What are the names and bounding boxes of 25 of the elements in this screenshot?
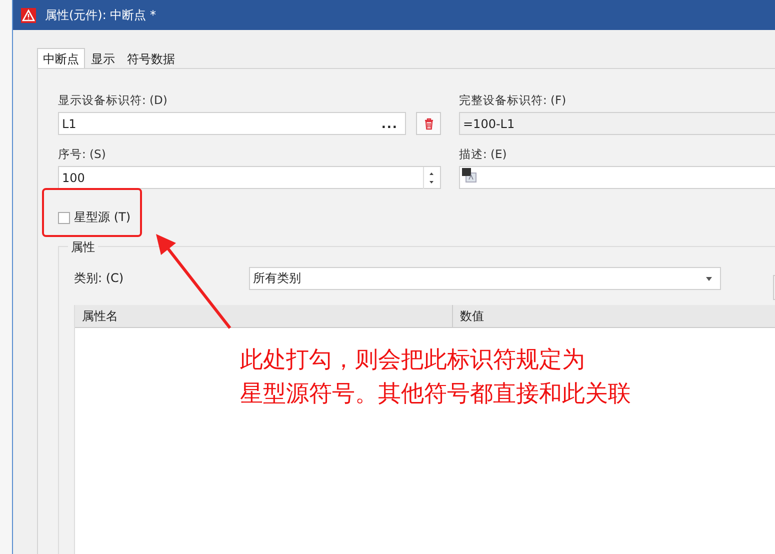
sequence-field[interactable]: 100 <box>58 166 441 189</box>
window-title: 属性(元件): 中断点 * <box>45 6 156 24</box>
warning-icon <box>21 8 36 22</box>
field-label: 显示设备标识符: (D) <box>58 93 168 108</box>
translate-icon[interactable] <box>462 168 477 183</box>
column-header[interactable]: 属性名 <box>75 305 453 327</box>
annotation-text: 此处打勾，则会把此标识符规定为 星型源符号。其他符号都直接和此关联 <box>240 346 631 409</box>
description-field[interactable] <box>459 166 775 189</box>
category-dropdown[interactable]: 所有类别 <box>249 267 721 290</box>
column-header[interactable]: 数值 <box>453 305 775 327</box>
field-label: 完整设备标识符: (F) <box>459 93 568 108</box>
trash-icon <box>424 118 434 130</box>
field-label: 类别: (C) <box>74 270 125 287</box>
field-label: 序号: (S) <box>58 147 107 162</box>
browse-button[interactable]: ... <box>381 116 402 130</box>
delete-button[interactable] <box>416 112 441 135</box>
dropdown-arrow-icon <box>706 276 712 280</box>
tab[interactable]: 符号数据 <box>121 48 181 68</box>
group-title: 属性 <box>68 239 98 256</box>
star-source-checkbox[interactable]: 星型源 (T) <box>58 209 131 226</box>
tab[interactable]: 中断点 <box>37 48 85 68</box>
display-id-field[interactable]: L1 ... <box>58 112 406 135</box>
tab[interactable]: 显示 <box>85 48 121 68</box>
full-id-field: =100-L1 <box>459 112 775 135</box>
field-label: 描述: (E) <box>459 147 508 162</box>
